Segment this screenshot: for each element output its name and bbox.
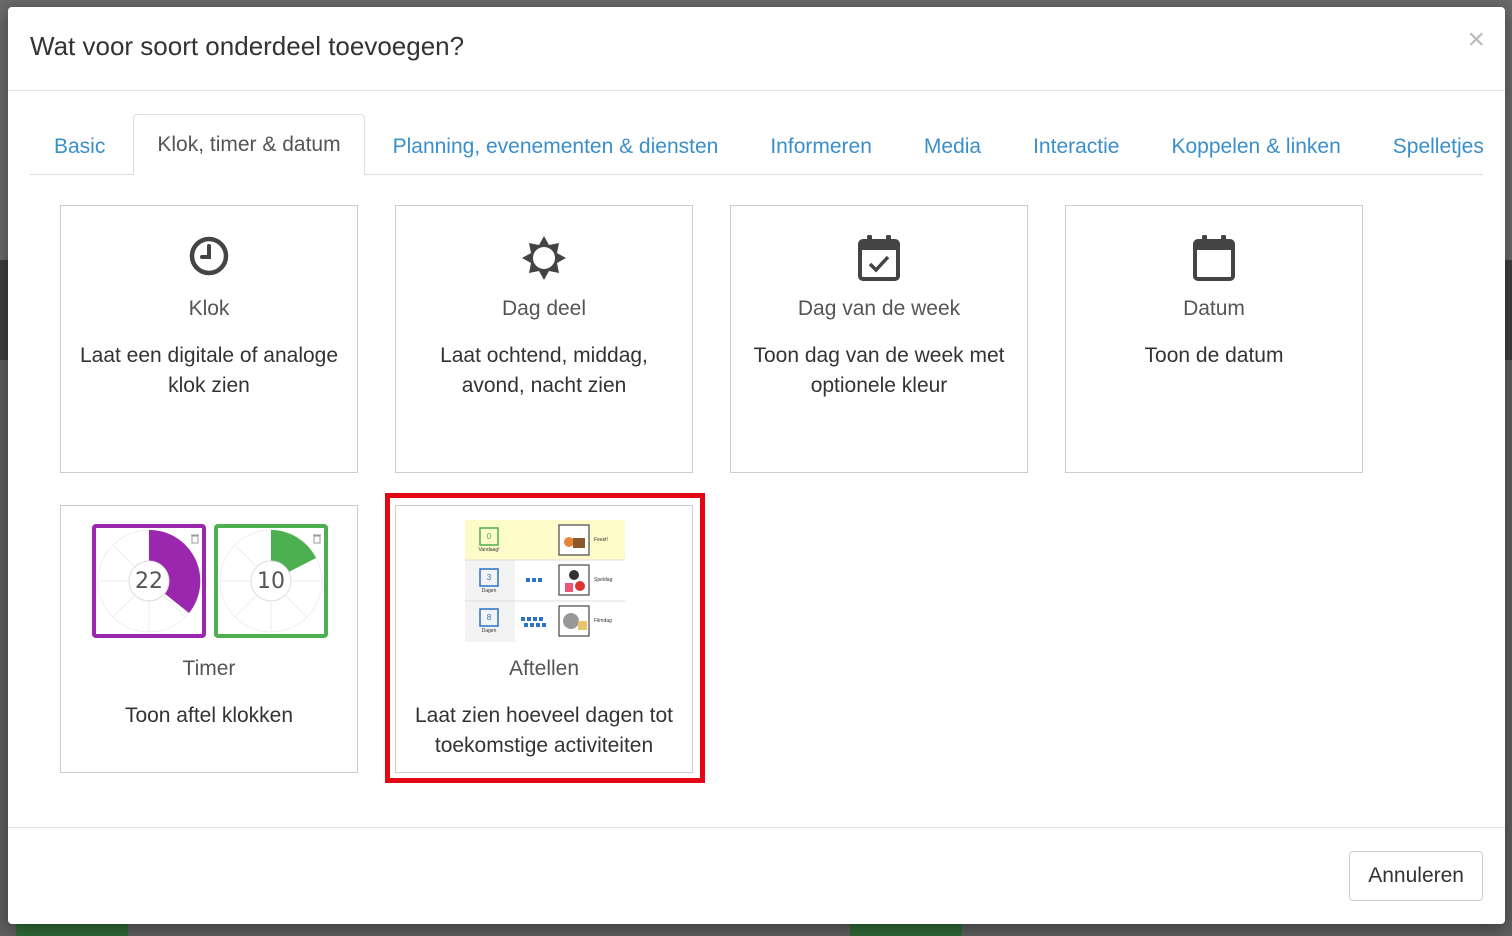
add-section-modal: Wat voor soort onderdeel toevoegen? × Ba… — [8, 7, 1505, 924]
tab-media[interactable]: Media — [900, 116, 1005, 175]
card-description: Toon dag van de week met optionele kleur — [753, 344, 1005, 397]
countdown-preview: 0 Vandaag! Feest! 3 Dagen Speldag 8 Dage… — [465, 520, 625, 642]
timer-preview-purple: 22 — [92, 524, 206, 638]
card-title: Datum — [1183, 297, 1245, 320]
tab-planning[interactable]: Planning, evenementen & diensten — [369, 116, 743, 175]
card-aftellen[interactable]: 0 Vandaag! Feest! 3 Dagen Speldag 8 Dage… — [395, 505, 693, 773]
countdown-row-number: 0 — [486, 532, 492, 541]
countdown-row-label: Vandaag! — [478, 547, 500, 553]
countdown-row-number: 8 — [486, 613, 492, 622]
card-dag-van-de-week[interactable]: Dag van de week Toon dag van de week met… — [730, 205, 1028, 473]
countdown-row-label: Dagen — [481, 588, 497, 594]
tab-spelletjes[interactable]: Spelletjes — [1369, 116, 1508, 175]
category-tabs: Basic Klok, timer & datum Planning, even… — [30, 114, 1484, 175]
card-title: Aftellen — [508, 657, 580, 680]
countdown-event-label: Filmdag — [594, 618, 612, 624]
card-dag-deel[interactable]: Dag deel Laat ochtend, middag, avond, na… — [395, 205, 693, 473]
countdown-event-label: Feest! — [594, 537, 608, 543]
tab-klok-timer-datum[interactable]: Klok, timer & datum — [133, 114, 365, 175]
modal-title: Wat voor soort onderdeel toevoegen? — [30, 31, 465, 61]
card-description: Laat ochtend, middag, avond, nacht zien — [440, 344, 648, 397]
card-title: Timer — [182, 657, 236, 680]
modal-footer: Annuleren — [8, 827, 1505, 924]
card-title: Dag deel — [501, 297, 587, 320]
tab-interactie[interactable]: Interactie — [1009, 116, 1143, 175]
timer-preview-green: 10 — [214, 524, 328, 638]
card-title: Klok — [188, 297, 230, 320]
clock-icon — [61, 234, 357, 284]
card-datum[interactable]: Datum Toon de datum — [1065, 205, 1363, 473]
card-title: Dag van de week — [797, 297, 961, 320]
card-description: Laat zien hoeveel dagen tot toekomstige … — [414, 704, 674, 757]
card-description: Toon de datum — [1144, 344, 1284, 367]
card-timer[interactable]: 22 10 Timer Toon aftel klokken — [60, 505, 358, 773]
tab-koppelen-linken[interactable]: Koppelen & linken — [1147, 116, 1364, 175]
card-klok[interactable]: Klok Laat een digitale of analoge klok z… — [60, 205, 358, 473]
card-description: Toon aftel klokken — [124, 704, 294, 727]
calendar-icon — [1066, 234, 1362, 284]
close-button[interactable]: × — [1467, 25, 1485, 55]
cancel-button[interactable]: Annuleren — [1349, 851, 1483, 901]
card-description: Laat een digitale of analoge klok zien — [79, 344, 339, 397]
tab-informeren[interactable]: Informeren — [746, 116, 896, 175]
timer-number: 10 — [257, 569, 285, 594]
tab-basic[interactable]: Basic — [30, 116, 129, 175]
countdown-row-number: 3 — [486, 573, 492, 582]
calendar-check-icon — [731, 234, 1027, 284]
sun-icon — [396, 234, 692, 284]
modal-header: Wat voor soort onderdeel toevoegen? × — [8, 7, 1505, 91]
timer-number: 22 — [135, 569, 163, 594]
countdown-event-label: Speldag — [594, 577, 613, 583]
countdown-row-label: Dagen — [481, 628, 497, 634]
